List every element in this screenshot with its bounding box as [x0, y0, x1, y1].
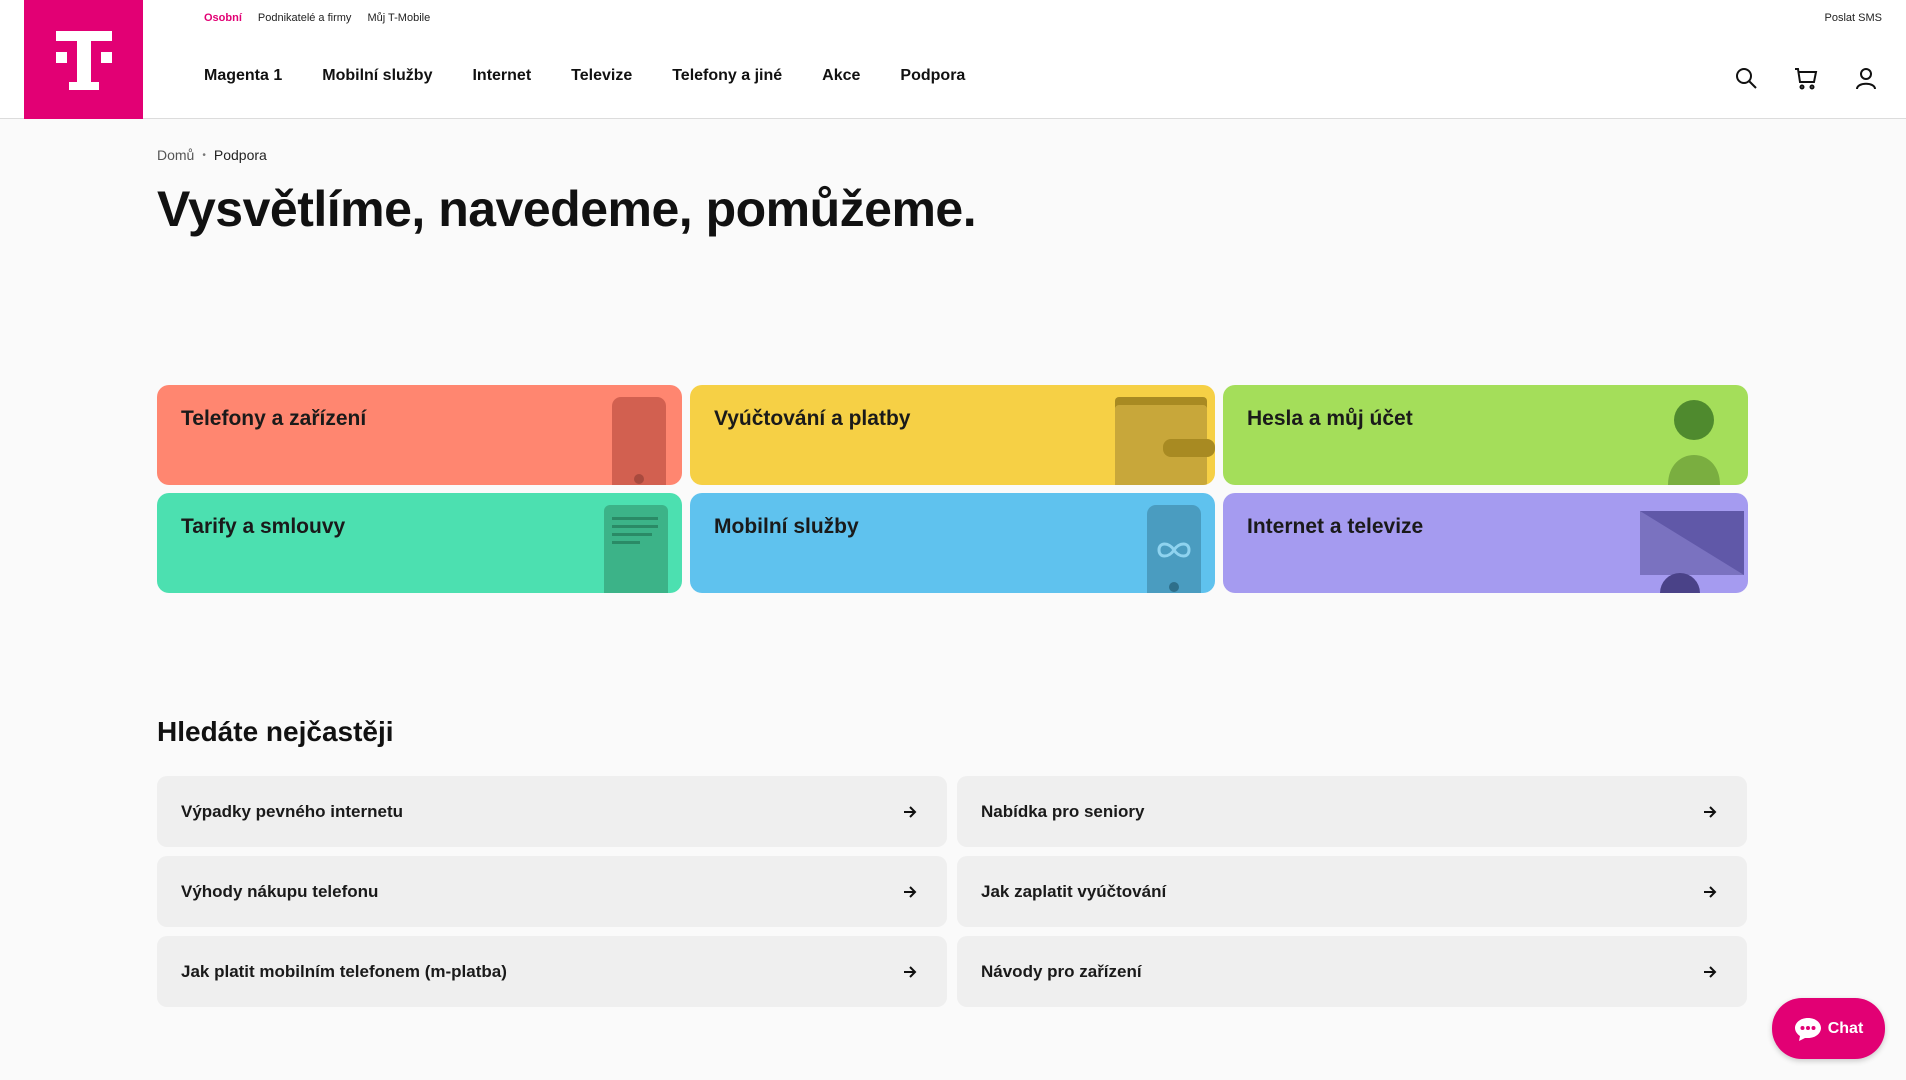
t-mobile-logo[interactable] — [24, 0, 143, 119]
cart-icon[interactable] — [1794, 66, 1818, 90]
user-icon[interactable] — [1854, 66, 1878, 90]
faq-item-mobile-payment[interactable]: Jak platit mobilním telefonem (m-platba) — [157, 936, 947, 1007]
arrow-right-icon — [1704, 886, 1717, 898]
segment-link-personal[interactable]: Osobní — [204, 12, 242, 24]
faq-item-senior-offer[interactable]: Nabídka pro seniory — [957, 776, 1747, 847]
breadcrumb-home[interactable]: Domů — [157, 147, 194, 163]
header-icons — [1734, 66, 1878, 90]
faq-item-label: Návody pro zařízení — [981, 961, 1142, 981]
breadcrumb-current: Podpora — [213, 147, 267, 163]
nav-item-deals[interactable]: Akce — [822, 67, 860, 85]
tile-label: Internet a televize — [1247, 515, 1424, 538]
tile-mobile-services[interactable]: Mobilní služby — [690, 493, 1215, 593]
arrow-right-icon — [904, 966, 917, 978]
search-icon[interactable] — [1734, 66, 1758, 90]
faq-item-device-guides[interactable]: Návody pro zařízení — [957, 936, 1747, 1007]
faq-item-internet-outages[interactable]: Výpadky pevného internetu — [157, 776, 947, 847]
chat-button[interactable]: Chat — [1772, 998, 1885, 1059]
site-header: Osobní Podnikatelé a firmy Můj T-Mobile … — [0, 0, 1906, 119]
screen-icon — [1640, 511, 1744, 593]
arrow-right-icon — [904, 886, 917, 898]
nav-item-magenta1[interactable]: Magenta 1 — [204, 67, 282, 85]
faq-item-phone-purchase-benefits[interactable]: Výhody nákupu telefonu — [157, 856, 947, 927]
tile-phones-devices[interactable]: Telefony a zařízení — [157, 385, 682, 485]
faq-item-label: Jak zaplatit vyúčtování — [981, 881, 1167, 901]
nav-item-internet[interactable]: Internet — [472, 67, 531, 85]
support-category-tiles: Telefony a zařízení Vyúčtování a platby … — [157, 385, 1748, 593]
faq-item-pay-bill[interactable]: Jak zaplatit vyúčtování — [957, 856, 1747, 927]
tile-label: Mobilní služby — [714, 515, 859, 538]
faq-list: Výpadky pevného internetu Nabídka pro se… — [157, 776, 1748, 1007]
segment-link-my-account[interactable]: Můj T-Mobile — [367, 12, 430, 24]
tile-internet-tv[interactable]: Internet a televize — [1223, 493, 1748, 593]
arrow-right-icon — [904, 806, 917, 818]
tile-label: Hesla a můj účet — [1247, 407, 1413, 430]
faq-item-label: Jak platit mobilním telefonem (m-platba) — [181, 961, 507, 981]
arrow-right-icon — [1704, 806, 1717, 818]
tile-tariffs-contracts[interactable]: Tarify a smlouvy — [157, 493, 682, 593]
tile-label: Vyúčtování a platby — [714, 407, 911, 430]
nav-item-mobile-services[interactable]: Mobilní služby — [322, 67, 432, 85]
mobile-infinity-icon — [1147, 505, 1201, 593]
chat-bubble-icon — [1794, 1017, 1821, 1041]
send-sms-link[interactable]: Poslat SMS — [1825, 12, 1882, 24]
faq-section-title: Hledáte nejčastěji — [157, 716, 394, 747]
nav-item-support[interactable]: Podpora — [900, 67, 965, 85]
main-nav: Magenta 1 Mobilní služby Internet Televi… — [204, 67, 965, 85]
chat-button-label: Chat — [1827, 1019, 1864, 1037]
segment-link-business[interactable]: Podnikatelé a firmy — [258, 12, 352, 24]
nav-item-phones[interactable]: Telefony a jiné — [672, 67, 782, 85]
phone-icon — [612, 397, 666, 485]
breadcrumb: Domů • Podpora — [157, 147, 267, 163]
faq-item-label: Výhody nákupu telefonu — [181, 881, 379, 901]
faq-item-label: Nabídka pro seniory — [981, 801, 1145, 821]
wallet-icon — [1115, 397, 1215, 485]
tile-label: Telefony a zařízení — [181, 407, 367, 430]
arrow-right-icon — [1704, 966, 1717, 978]
tile-billing-payments[interactable]: Vyúčtování a platby — [690, 385, 1215, 485]
person-icon — [1668, 400, 1720, 485]
document-icon — [604, 505, 668, 593]
tile-passwords-account[interactable]: Hesla a můj účet — [1223, 385, 1748, 485]
faq-item-label: Výpadky pevného internetu — [181, 801, 403, 821]
page-title: Vysvětlíme, navedeme, pomůžeme. — [157, 181, 977, 237]
breadcrumb-separator: • — [202, 149, 206, 161]
tile-label: Tarify a smlouvy — [181, 515, 346, 538]
segment-links: Osobní Podnikatelé a firmy Můj T-Mobile — [204, 12, 430, 24]
nav-item-tv[interactable]: Televize — [571, 67, 632, 85]
